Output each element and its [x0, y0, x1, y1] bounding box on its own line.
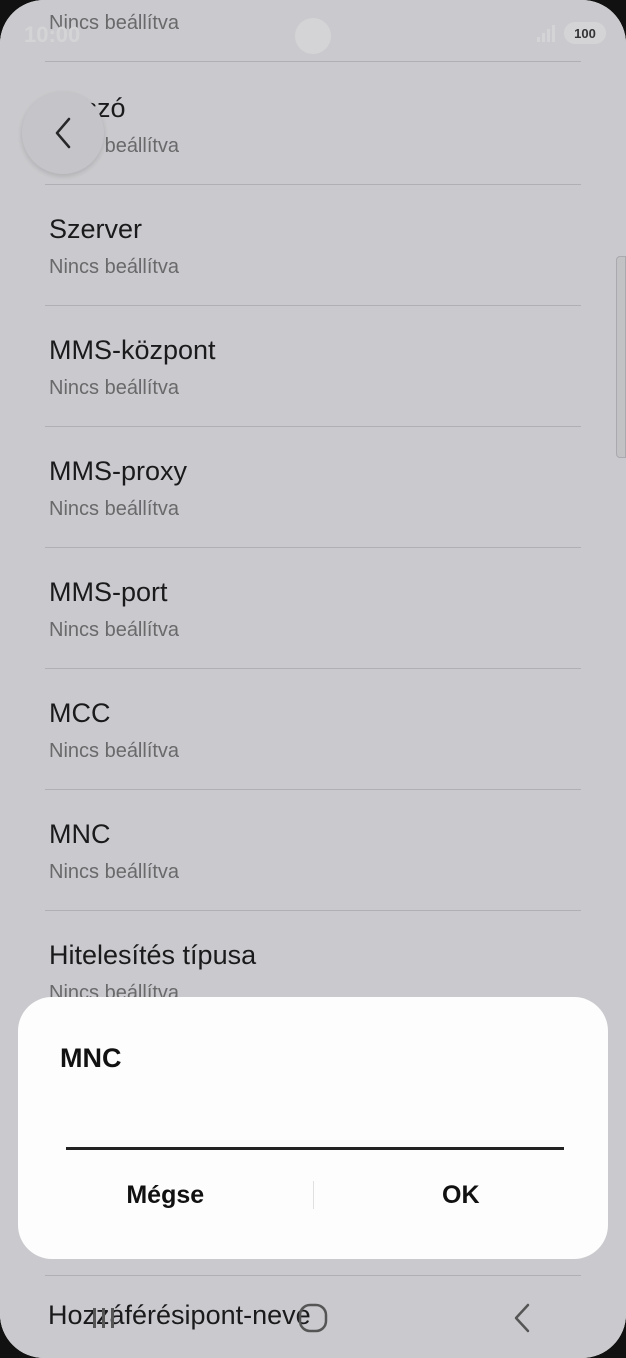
- cancel-button[interactable]: Mégse: [18, 1167, 313, 1223]
- home-button[interactable]: [283, 1288, 343, 1348]
- phone-frame: 10:00 100 Nincs beállítva Jelszó Nincs b…: [0, 0, 626, 1358]
- dialog-actions: Mégse OK: [18, 1167, 608, 1223]
- ok-button[interactable]: OK: [314, 1167, 609, 1223]
- home-icon: [298, 1303, 328, 1333]
- back-nav-button[interactable]: [492, 1288, 552, 1348]
- recents-button[interactable]: [74, 1288, 134, 1348]
- mnc-dialog: MNC Mégse OK: [18, 997, 608, 1259]
- dialog-title: MNC: [60, 1043, 122, 1073]
- navigation-bar: [0, 1278, 626, 1358]
- screen: 10:00 100 Nincs beállítva Jelszó Nincs b…: [0, 0, 626, 1358]
- recents-icon: [93, 1308, 115, 1328]
- mnc-input[interactable]: [66, 1097, 564, 1150]
- back-icon: [514, 1303, 529, 1333]
